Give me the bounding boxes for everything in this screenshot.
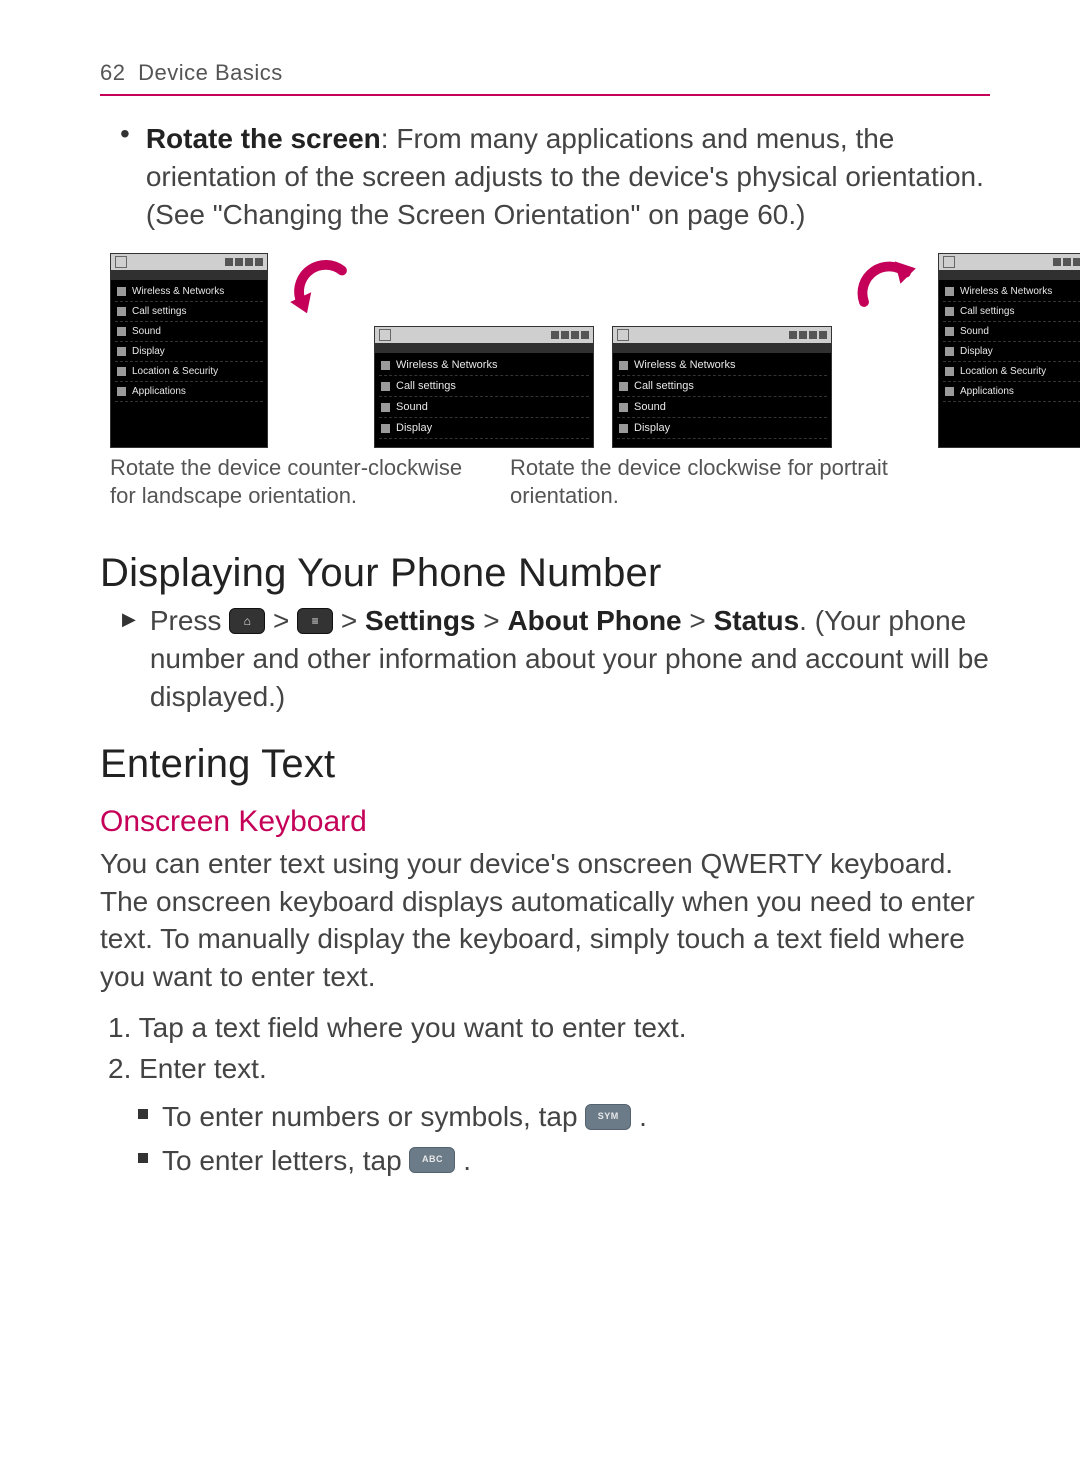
orientation-figures: Wireless & Networks Call settings Sound … — [110, 253, 990, 448]
square-bullet-icon — [138, 1109, 148, 1119]
settings-row: Display — [617, 418, 827, 439]
heading-entering-text: Entering Text — [100, 742, 990, 787]
settings-row: Display — [379, 418, 589, 439]
step-1: 1. Tap a text field where you want to en… — [108, 1008, 990, 1049]
step-2: 2. Enter text. — [108, 1049, 990, 1090]
settings-row: Display — [115, 342, 263, 362]
onscreen-keyboard-paragraph: You can enter text using your device's o… — [100, 845, 990, 996]
device-portrait-left: Wireless & Networks Call settings Sound … — [110, 253, 268, 448]
statusbar-icon — [375, 327, 593, 343]
statusbar-icon — [613, 327, 831, 343]
section-name: Device Basics — [138, 60, 283, 85]
substep-symbols: To enter numbers or symbols, tap SYM . — [138, 1095, 990, 1138]
square-bullet-icon — [138, 1153, 148, 1163]
settings-row: Sound — [943, 322, 1080, 342]
settings-row: Call settings — [379, 376, 589, 397]
settings-row: Wireless & Networks — [943, 282, 1080, 302]
abc-key-icon: ABC — [409, 1147, 455, 1173]
rotate-screen-bullet: • Rotate the screen: From many applicati… — [120, 120, 990, 233]
rotate-ccw-arrow-icon — [286, 253, 356, 323]
settings-row: Wireless & Networks — [617, 355, 827, 376]
device-landscape-right: Wireless & Networks Call settings Sound … — [612, 326, 832, 448]
settings-row: Wireless & Networks — [379, 355, 589, 376]
settings-row: Sound — [617, 397, 827, 418]
caption-cw: Rotate the device clockwise for portrait… — [510, 454, 890, 509]
caption-ccw: Rotate the device counter-clockwise for … — [110, 454, 490, 509]
statusbar-icon — [111, 254, 267, 270]
rotate-label: Rotate the screen — [146, 123, 381, 154]
settings-row: Sound — [379, 397, 589, 418]
settings-row: Display — [943, 342, 1080, 362]
settings-row: Sound — [115, 322, 263, 342]
settings-row: Location & Security — [943, 362, 1080, 382]
page-header: 62 Device Basics — [100, 60, 990, 96]
settings-row: Wireless & Networks — [115, 282, 263, 302]
rotate-cw-arrow-icon — [850, 253, 920, 323]
heading-onscreen-keyboard: Onscreen Keyboard — [100, 805, 990, 839]
settings-row: Applications — [943, 382, 1080, 402]
device-portrait-right: Wireless & Networks Call settings Sound … — [938, 253, 1080, 448]
settings-row: Call settings — [115, 302, 263, 322]
menu-key-icon: ≡ — [297, 608, 333, 634]
home-key-icon: ⌂ — [229, 608, 265, 634]
heading-display-phone-number: Displaying Your Phone Number — [100, 551, 990, 596]
sym-key-icon: SYM — [585, 1104, 631, 1130]
settings-row: Location & Security — [115, 362, 263, 382]
triangle-bullet-icon: ▶ — [122, 609, 136, 630]
phone-number-instruction: Press ⌂ > ≡ > Settings > About Phone > S… — [150, 602, 990, 715]
settings-row: Call settings — [943, 302, 1080, 322]
page-number: 62 — [100, 60, 125, 85]
settings-row: Applications — [115, 382, 263, 402]
device-landscape-left: Wireless & Networks Call settings Sound … — [374, 326, 594, 448]
statusbar-icon — [939, 254, 1080, 270]
bullet-dot-icon: • — [120, 124, 130, 144]
settings-row: Call settings — [617, 376, 827, 397]
substep-letters: To enter letters, tap ABC . — [138, 1139, 990, 1182]
